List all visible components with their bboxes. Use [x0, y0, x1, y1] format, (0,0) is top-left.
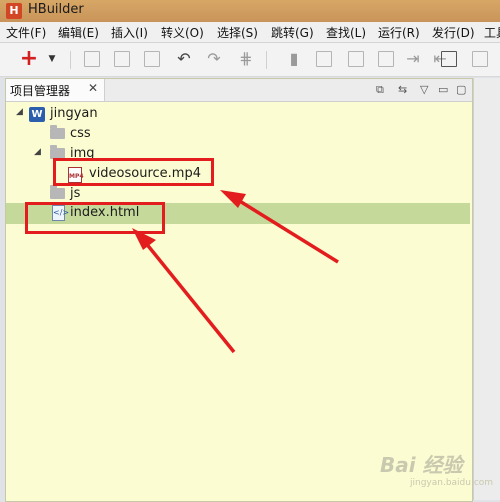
- arrow-line: [143, 240, 236, 354]
- watermark-url: jingyan.baidu.com: [410, 478, 494, 488]
- arrowhead: [220, 190, 246, 208]
- annotation-arrows: [132, 190, 339, 354]
- arrow-line: [237, 198, 339, 264]
- arrowhead: [132, 228, 156, 250]
- watermark-logo: Bai 经验: [380, 453, 463, 477]
